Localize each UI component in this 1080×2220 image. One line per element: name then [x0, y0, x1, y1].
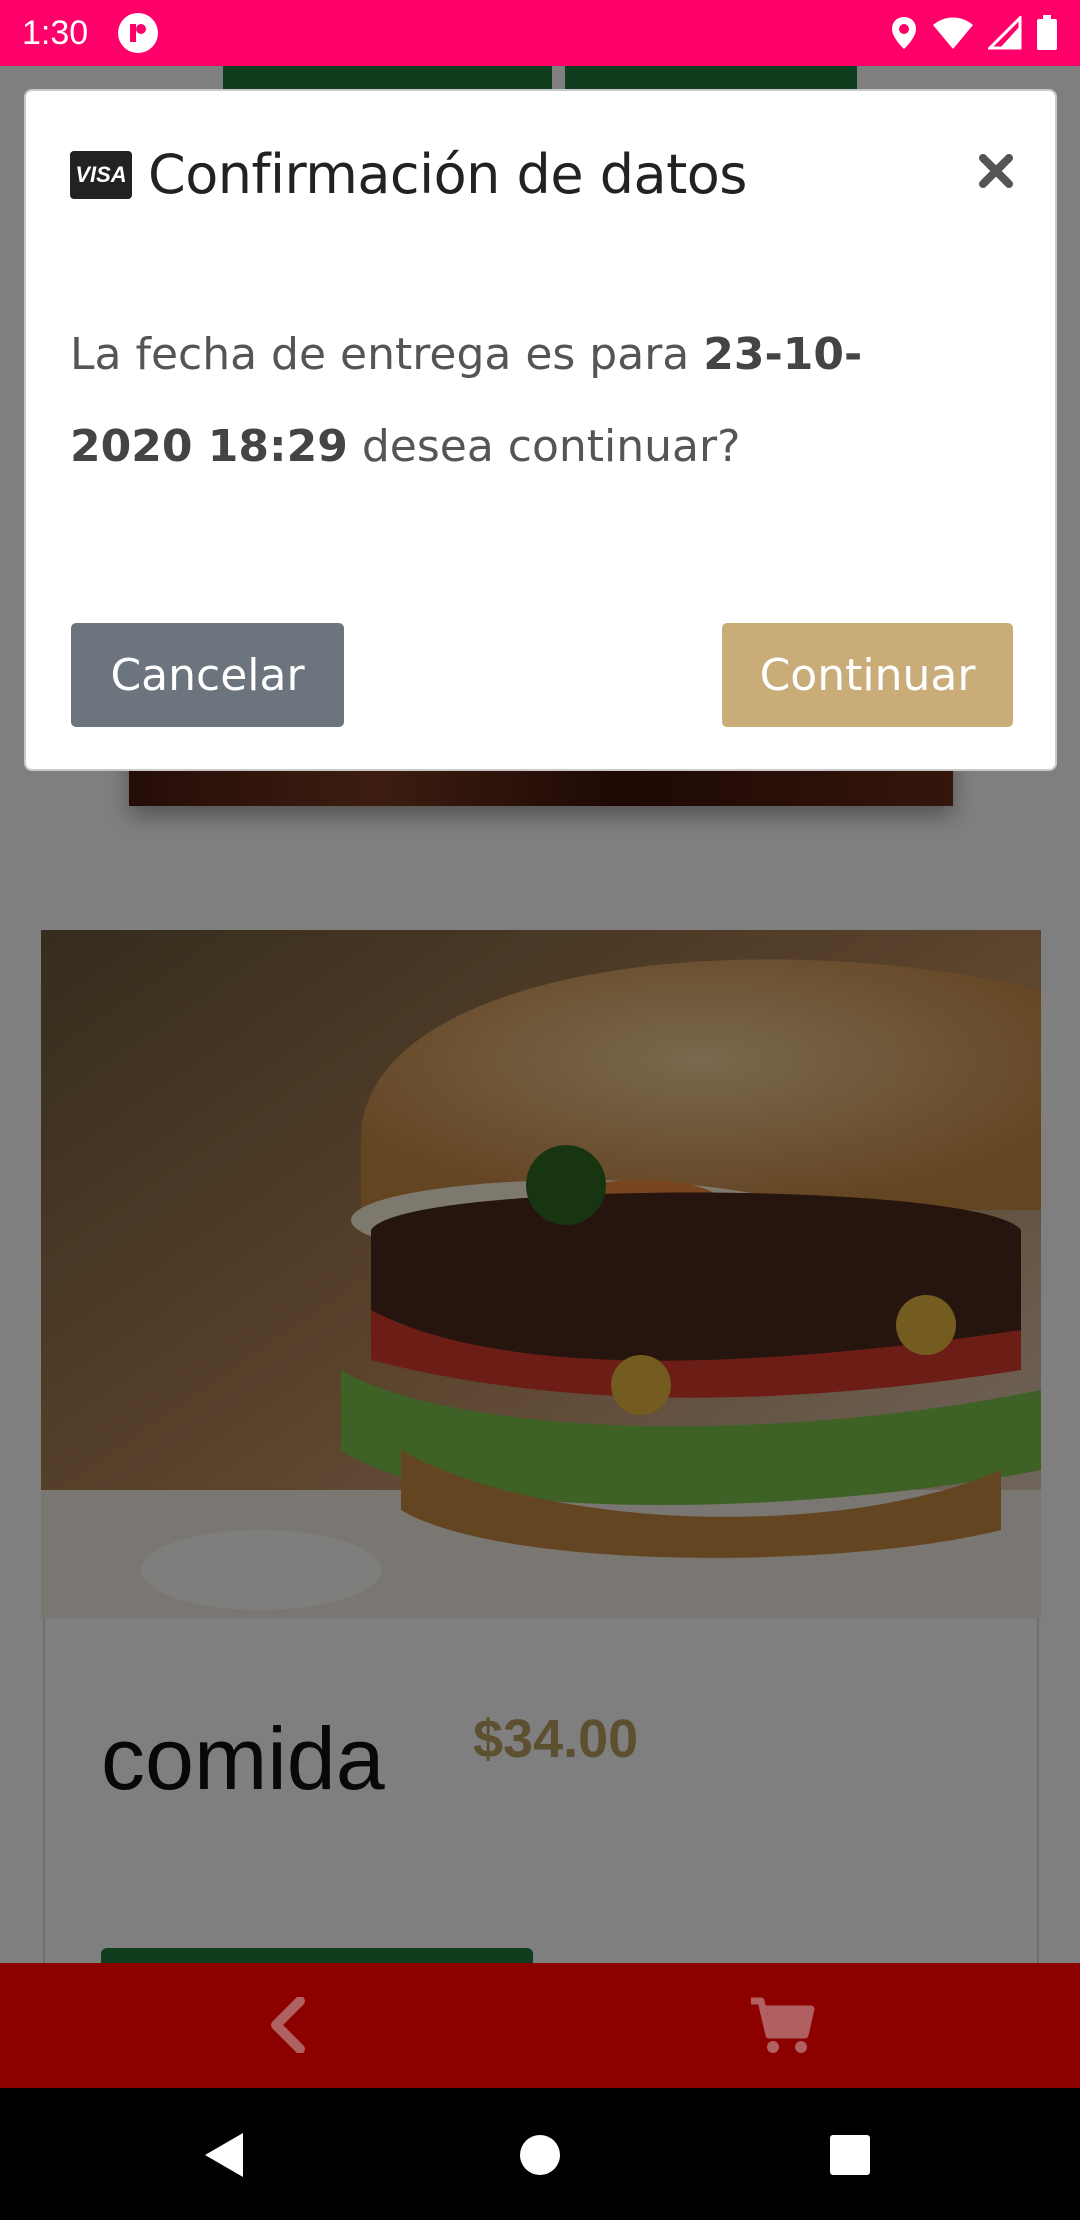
status-time: 1:30: [22, 13, 89, 52]
chevron-left-icon[interactable]: [248, 1985, 328, 2065]
app-notification-icon: [118, 13, 159, 53]
shopping-cart-icon[interactable]: [742, 1985, 822, 2065]
status-bar: 1:30: [0, 0, 1080, 66]
dialog-header: VISA Confirmación de datos: [70, 143, 747, 206]
visa-card-icon: VISA: [70, 150, 132, 199]
message-suffix: desea continuar?: [347, 421, 741, 472]
message-prefix: La fecha de entrega es para: [70, 329, 704, 380]
recents-square-icon[interactable]: [825, 2130, 875, 2180]
cancel-button[interactable]: Cancelar: [71, 623, 344, 727]
back-triangle-icon[interactable]: [200, 2130, 250, 2180]
wifi-icon: [933, 17, 973, 49]
bottom-app-bar: [0, 1963, 1080, 2088]
location-icon: [892, 17, 916, 49]
system-navigation-bar: [0, 2088, 1080, 2220]
continue-button[interactable]: Continuar: [722, 623, 1013, 727]
confirmation-dialog: VISA Confirmación de datos La fecha de e…: [24, 89, 1057, 771]
battery-icon: [1037, 15, 1057, 50]
dialog-message: La fecha de entrega es para 23-10-2020 1…: [70, 309, 970, 493]
signal-icon: [988, 16, 1022, 50]
home-circle-icon[interactable]: [515, 2130, 565, 2180]
dialog-title: Confirmación de datos: [148, 143, 747, 206]
close-icon[interactable]: [971, 146, 1021, 196]
